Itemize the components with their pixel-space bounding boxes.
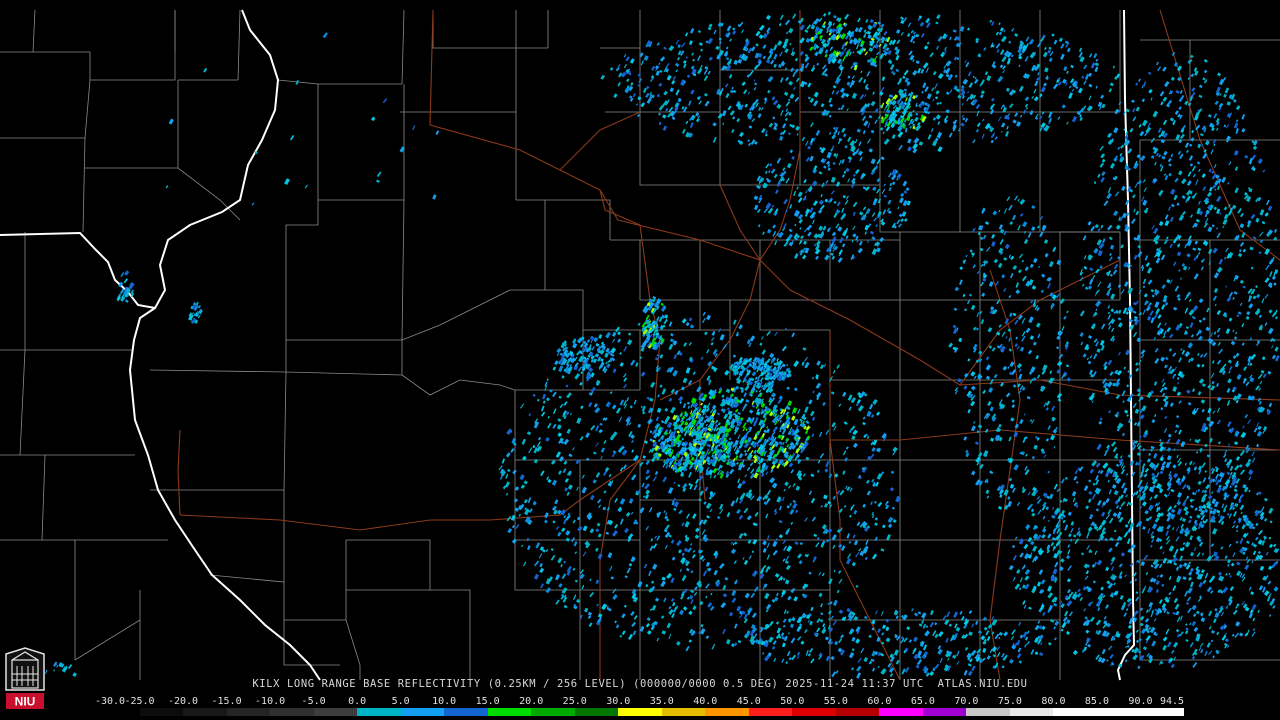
color-bar-segment bbox=[1140, 708, 1184, 716]
reflectivity-color-bar bbox=[96, 708, 1184, 716]
reflectivity-scale-labels: -30.0 -25.0 -20.0 -15.0 -10.0 -5.0 0.0 5.0 10.0 1… bbox=[94, 696, 1185, 708]
scale-label: 85.0 bbox=[1084, 696, 1109, 707]
scale-label: -10.0 bbox=[255, 696, 286, 707]
color-bar-segment bbox=[357, 708, 401, 716]
scale-label: -25.0 bbox=[124, 696, 155, 707]
color-bar-segment bbox=[879, 708, 923, 716]
product-caption: KILX LONG RANGE BASE REFLECTIVITY (0.25K… bbox=[252, 678, 1028, 690]
color-bar-segment bbox=[183, 708, 227, 716]
scale-label: 70.0 bbox=[954, 696, 979, 707]
scale-label: 94.5 bbox=[1159, 696, 1185, 707]
scale-label: 0.0 bbox=[348, 696, 367, 707]
scale-label: -15.0 bbox=[211, 696, 242, 707]
color-bar-segment bbox=[400, 708, 445, 716]
color-bar-segment bbox=[618, 708, 662, 716]
color-bar-segment bbox=[661, 708, 706, 716]
scale-label: 5.0 bbox=[391, 696, 410, 707]
scale-label: -5.0 bbox=[301, 696, 326, 707]
scale-label: 60.0 bbox=[867, 696, 892, 707]
color-bar-segment bbox=[487, 708, 532, 716]
scale-label: 15.0 bbox=[475, 696, 500, 707]
color-bar-segment bbox=[1096, 708, 1141, 716]
color-bar-segment bbox=[1053, 708, 1097, 716]
color-bar-segment bbox=[444, 708, 488, 716]
scale-label: -30.0 bbox=[94, 696, 126, 707]
scale-label: 40.0 bbox=[693, 696, 718, 707]
radar-map bbox=[0, 0, 1280, 720]
color-bar-segment bbox=[922, 708, 967, 716]
color-bar-segment bbox=[96, 708, 140, 716]
color-bar-segment bbox=[705, 708, 749, 716]
scale-label: 30.0 bbox=[606, 696, 631, 707]
scale-label: 20.0 bbox=[519, 696, 544, 707]
color-bar-segment bbox=[226, 708, 271, 716]
scale-label: 80.0 bbox=[1041, 696, 1066, 707]
scale-label: 75.0 bbox=[997, 696, 1022, 707]
color-bar-segment bbox=[835, 708, 880, 716]
color-bar-segment bbox=[139, 708, 184, 716]
scale-label: 10.0 bbox=[432, 696, 457, 707]
scale-label: 55.0 bbox=[823, 696, 848, 707]
color-bar-segment bbox=[270, 708, 314, 716]
scale-label: 25.0 bbox=[562, 696, 587, 707]
color-bar-segment bbox=[748, 708, 793, 716]
color-bar-segment bbox=[1009, 708, 1054, 716]
color-bar-segment bbox=[531, 708, 575, 716]
scale-label: 65.0 bbox=[910, 696, 935, 707]
color-bar-segment bbox=[966, 708, 1010, 716]
color-bar-segment bbox=[792, 708, 836, 716]
scale-label: 35.0 bbox=[649, 696, 674, 707]
color-bar-segment bbox=[574, 708, 619, 716]
niu-logo: NIU bbox=[5, 647, 45, 709]
scale-label: 50.0 bbox=[780, 696, 805, 707]
scale-label: 90.0 bbox=[1128, 696, 1153, 707]
scale-label: 45.0 bbox=[736, 696, 761, 707]
color-bar-segment bbox=[313, 708, 358, 716]
scale-label: -20.0 bbox=[167, 696, 199, 707]
